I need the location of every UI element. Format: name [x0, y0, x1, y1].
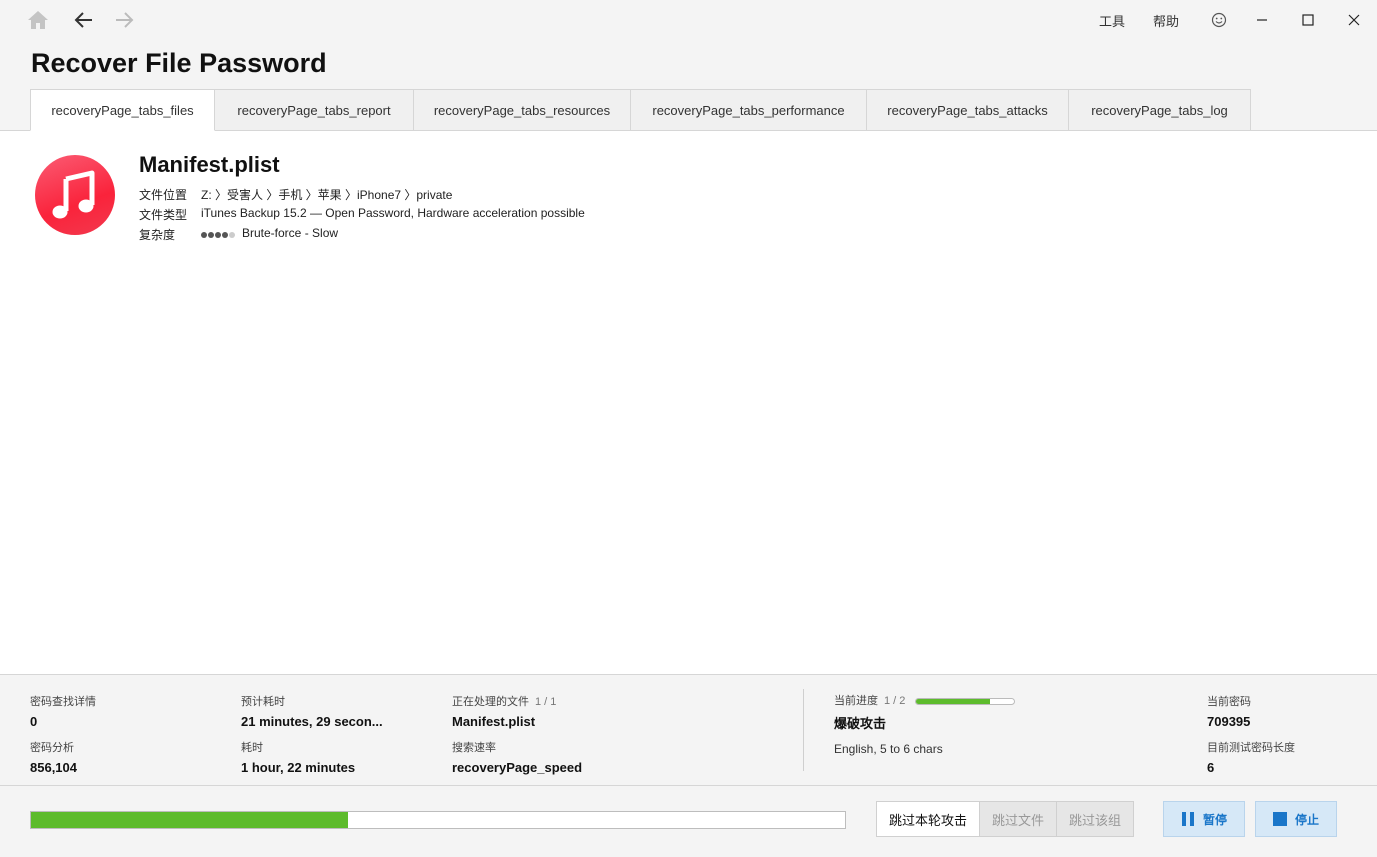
found-value: 0 [30, 714, 38, 729]
processing-label: 正在处理的文件 [452, 696, 529, 708]
attack-progress-stat: 当前进度 1 / 2 爆破攻击 English, 5 to 6 chars [834, 692, 1016, 756]
progress-count: 1 / 2 [884, 695, 906, 707]
music-note-icon [35, 155, 115, 235]
current-password-label: 当前密码 [1207, 696, 1251, 708]
tab-resources[interactable]: recoveryPage_tabs_resources [414, 89, 631, 131]
speed-label: 搜索速率 [452, 742, 496, 754]
help-menu[interactable]: 帮助 [1153, 11, 1179, 30]
speed-value: recoveryPage_speed [452, 760, 583, 775]
elapsed-label: 耗时 [241, 742, 263, 754]
processing-value: Manifest.plist [452, 714, 536, 729]
attack-name: 爆破攻击 [834, 716, 887, 731]
status-panel: 密码查找详情 0 密码分析 856,104 预计耗时 21 minutes, 2… [0, 674, 1377, 786]
complexity-dot [215, 231, 221, 238]
close-icon[interactable] [1331, 0, 1377, 40]
stop-label: 停止 [1294, 812, 1319, 827]
tab-bar: recoveryPage_tabs_files recoveryPage_tab… [30, 89, 1251, 131]
divider [803, 689, 804, 771]
password-length-value: 6 [1207, 760, 1215, 775]
skip-file-button[interactable]: 跳过文件 [980, 801, 1057, 837]
current-password-value: 709395 [1207, 714, 1251, 729]
file-type-row: 文件类型 iTunes Backup 15.2 — Open Password,… [139, 206, 585, 223]
title-bar: 工具 帮助 [0, 0, 1377, 40]
complexity-dot [208, 231, 214, 238]
tab-performance[interactable]: recoveryPage_tabs_performance [631, 89, 867, 131]
stop-button[interactable]: 停止 [1255, 801, 1337, 837]
home-icon[interactable] [26, 8, 50, 32]
stop-icon [1272, 812, 1287, 826]
file-location-row: 文件位置 Z: 〉受害人 〉手机 〉苹果 〉iPhone7 〉private [139, 186, 452, 203]
found-stat: 密码查找详情 0 [30, 693, 96, 729]
tab-files[interactable]: recoveryPage_tabs_files [30, 89, 215, 131]
processing-count: 1 / 1 [535, 696, 557, 708]
eta-value: 21 minutes, 29 secon... [241, 714, 383, 729]
complexity-row: 复杂度 Brute-force - Slow [139, 226, 338, 243]
current-password-stat: 当前密码 709395 [1207, 693, 1251, 729]
analyzed-value: 856,104 [30, 760, 77, 775]
tab-log[interactable]: recoveryPage_tabs_log [1069, 89, 1251, 131]
minimize-icon[interactable] [1239, 0, 1285, 40]
overall-progress-bar [30, 811, 846, 829]
tab-attacks[interactable]: recoveryPage_tabs_attacks [867, 89, 1069, 131]
tools-menu[interactable]: 工具 [1099, 11, 1125, 30]
attack-progress-bar [915, 697, 1016, 705]
pause-label: 暂停 [1202, 812, 1227, 827]
attack-progress-fill [916, 698, 990, 704]
maximize-icon[interactable] [1285, 0, 1331, 40]
tab-report[interactable]: recoveryPage_tabs_report [215, 89, 414, 131]
skip-button-group: 跳过本轮攻击 跳过文件 跳过该组 [876, 801, 1134, 837]
found-label: 密码查找详情 [30, 696, 96, 708]
elapsed-value: 1 hour, 22 minutes [241, 760, 356, 775]
skip-round-button[interactable]: 跳过本轮攻击 [876, 801, 980, 837]
progress-label: 当前进度 [834, 695, 878, 707]
file-type-value: iTunes Backup 15.2 — Open Password, Hard… [201, 206, 585, 220]
processing-stat: 正在处理的文件 1 / 1 Manifest.plist [452, 693, 556, 729]
feedback-smiley-icon[interactable] [1199, 0, 1239, 40]
complexity-value: Brute-force - Slow [242, 226, 339, 240]
complexity-dot [222, 231, 228, 238]
file-location-label: 文件位置 [139, 188, 188, 202]
elapsed-stat: 耗时 1 hour, 22 minutes [241, 739, 355, 775]
overall-progress-fill [31, 812, 348, 828]
complexity-dots [201, 226, 236, 243]
complexity-label: 复杂度 [139, 228, 176, 242]
action-bar: 跳过本轮攻击 跳过文件 跳过该组 暂停 停止 [0, 787, 1377, 857]
eta-stat: 预计耗时 21 minutes, 29 secon... [241, 693, 383, 729]
file-location-value: Z: 〉受害人 〉手机 〉苹果 〉iPhone7 〉private [201, 188, 453, 202]
eta-label: 预计耗时 [241, 696, 285, 708]
pause-button[interactable]: 暂停 [1163, 801, 1245, 837]
file-type-label: 文件类型 [139, 208, 188, 222]
forward-arrow-icon[interactable] [112, 8, 136, 32]
files-panel: Manifest.plist 文件位置 Z: 〉受害人 〉手机 〉苹果 〉iPh… [0, 130, 1377, 674]
complexity-dot [201, 231, 207, 238]
analyzed-stat: 密码分析 856,104 [30, 739, 77, 775]
back-arrow-icon[interactable] [72, 8, 96, 32]
skip-group-button[interactable]: 跳过该组 [1057, 801, 1134, 837]
complexity-dot [229, 231, 235, 238]
file-name: Manifest.plist [139, 152, 280, 177]
pause-icon [1181, 812, 1195, 826]
password-length-label: 目前测试密码长度 [1207, 742, 1295, 754]
password-length-stat: 目前测试密码长度 6 [1207, 739, 1295, 775]
analyzed-label: 密码分析 [30, 742, 74, 754]
attack-detail: English, 5 to 6 chars [834, 742, 943, 756]
page-title: Recover File Password [31, 48, 327, 78]
speed-stat: 搜索速率 recoveryPage_speed [452, 739, 582, 775]
